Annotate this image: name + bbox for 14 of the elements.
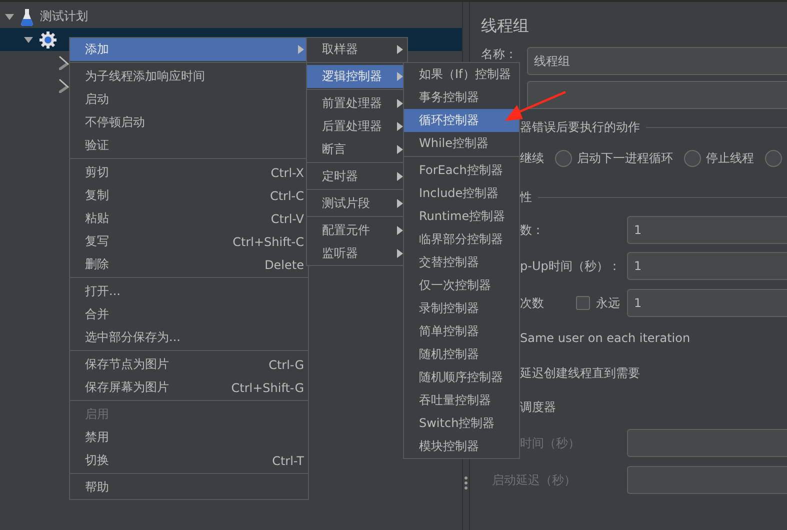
checkbox-label: 延迟创建线程直到需要 bbox=[520, 364, 640, 382]
field-label: 次数 bbox=[520, 294, 544, 312]
checkbox-label: Same user on each iteration bbox=[520, 331, 690, 345]
checkbox-label: 调度器 bbox=[520, 398, 556, 416]
radio-label: 继续 bbox=[520, 150, 544, 166]
section-title: 器错误后要执行的动作 bbox=[520, 118, 640, 136]
checkbox-label: 永远 bbox=[596, 294, 620, 312]
radio-label: 停止线程 bbox=[706, 150, 754, 166]
field-label: p-Up时间（秒）： bbox=[520, 258, 620, 274]
section-title: 性 bbox=[520, 188, 532, 206]
radio-label: 启动下一进程循环 bbox=[577, 150, 673, 166]
field-label: 数： bbox=[520, 222, 544, 238]
panel-title: 线程组 bbox=[481, 16, 530, 37]
field-label: 名称： bbox=[481, 46, 518, 63]
